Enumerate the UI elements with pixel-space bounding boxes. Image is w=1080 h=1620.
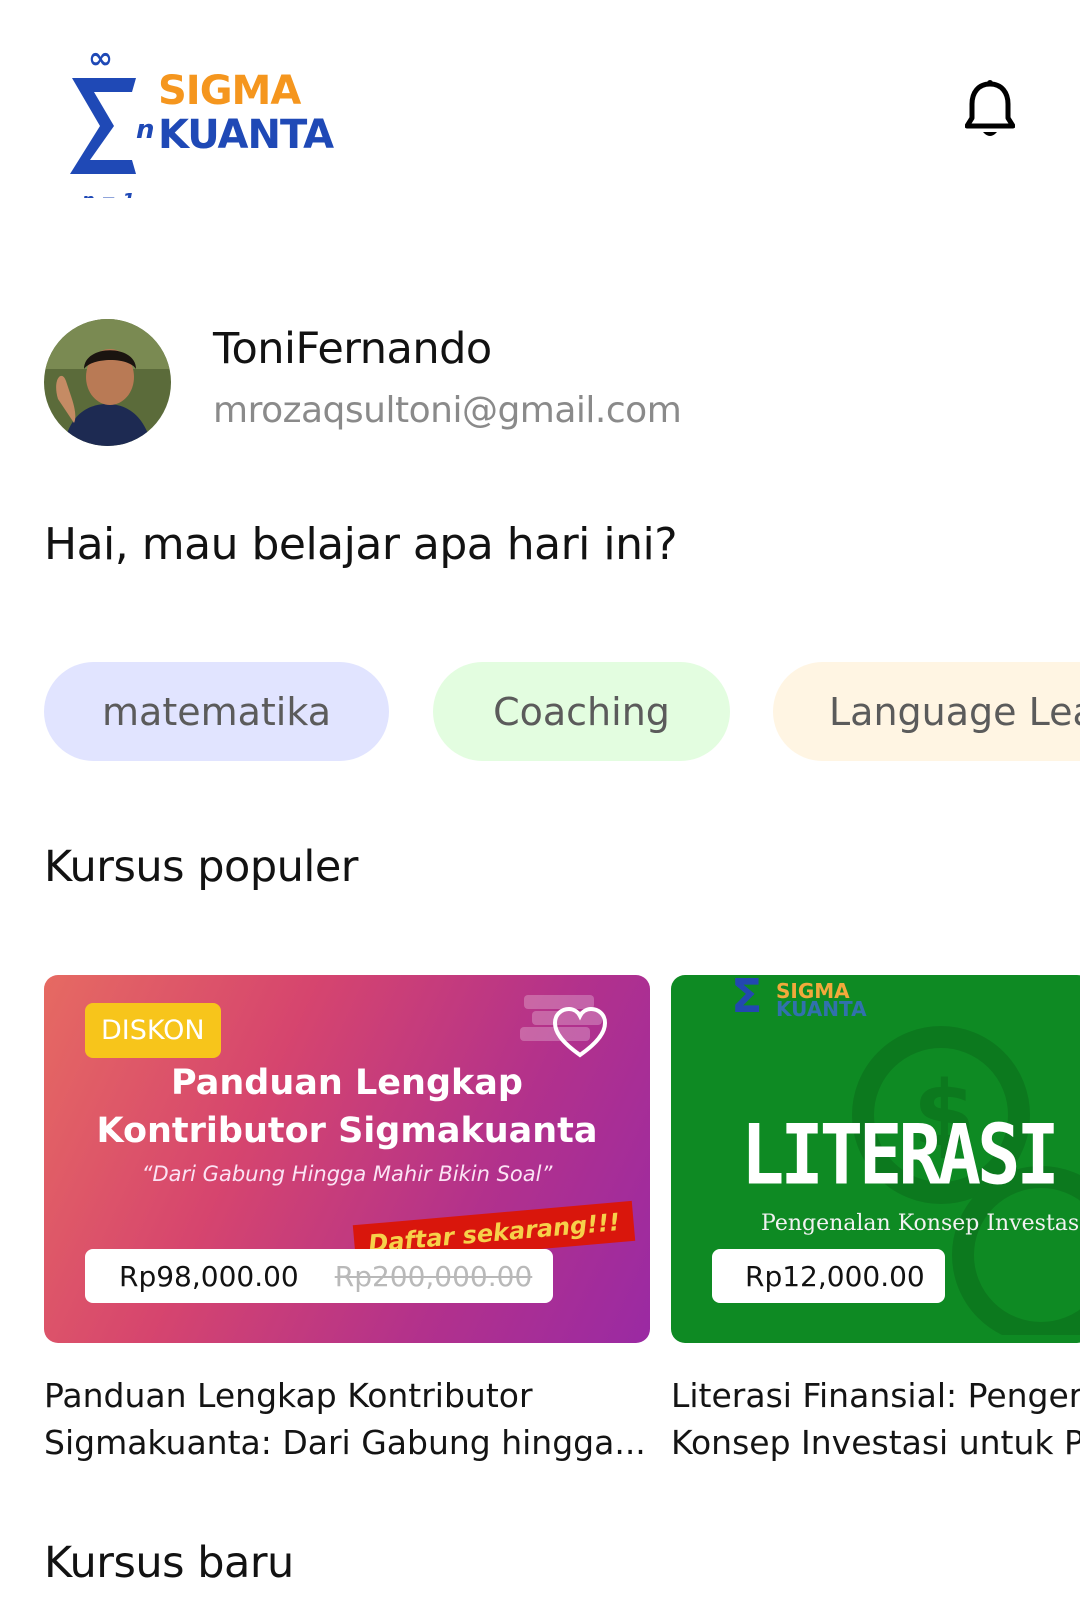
bell-icon[interactable] [965,80,1015,140]
course-title-line: Panduan Lengkap Kontributor [44,1376,533,1415]
course-title-2[interactable]: Literasi Finansial: Penger Konsep Invest… [671,1372,1080,1466]
course-title-line: Konsep Investasi untuk P [671,1423,1080,1462]
chip-language[interactable]: Language Lea [773,662,1080,761]
course-price: Rp12,000.00 [745,1259,925,1293]
chip-matematika[interactable]: matematika [44,662,389,761]
svg-text:∞: ∞ [88,48,113,76]
app-logo: ∞ n n = 1 SIGMA KUANTA [66,28,366,198]
avatar[interactable] [44,319,171,446]
category-chips: matematika Coaching Language Lea [44,662,1080,762]
course-title-line: Sigmakuanta: Dari Gabung hingga... [44,1423,646,1462]
svg-text:n = 1: n = 1 [82,190,135,198]
brand-word-kuanta: KUANTA [158,112,334,158]
banner-title-line1: Panduan Lengkap [171,1063,523,1103]
price-pill: Rp98,000.00 Rp200,000.00 [85,1249,553,1303]
course-card-1[interactable]: DISKON Panduan Lengkap Kontributor Sigma… [44,975,650,1343]
banner-subtitle: “Dari Gabung Hingga Mahir Bikin Soal” [141,1162,553,1186]
course-price-original: Rp200,000.00 [334,1259,533,1293]
sigma-logo-icon: ∞ n n = 1 [70,48,155,198]
user-name: ToniFernando [213,324,492,374]
section-title-popular: Kursus populer [44,842,358,892]
banner-logo-kuanta: KUANTA [776,997,867,1021]
price-pill: Rp12,000.00 [712,1249,945,1303]
banner-subtitle: Pengenalan Konsep Investasi un [761,1211,1080,1236]
brand-word-sigma: SIGMA [158,68,301,114]
heart-icon[interactable] [552,1005,608,1061]
svg-text:n: n [136,115,155,145]
banner-title: LITERASI FINAN [741,1106,1080,1204]
course-card-2[interactable]: $ Σ SIGMA KUANTA LITERASI FINAN Pengenal… [671,975,1080,1343]
section-title-new: Kursus baru [44,1538,294,1588]
user-email: mrozaqsultoni@gmail.com [213,390,682,431]
course-price: Rp98,000.00 [119,1259,299,1293]
chip-coaching[interactable]: Coaching [433,662,730,761]
course-title-line: Literasi Finansial: Penger [671,1376,1080,1415]
course-title-1[interactable]: Panduan Lengkap Kontributor Sigmakuanta:… [44,1372,650,1466]
banner-title-line2: Kontributor Sigmakuanta [96,1111,598,1151]
banner-sigma-logo: Σ [731,975,763,1023]
greeting-heading: Hai, mau belajar apa hari ini? [44,519,678,570]
discount-badge: DISKON [85,1003,221,1058]
